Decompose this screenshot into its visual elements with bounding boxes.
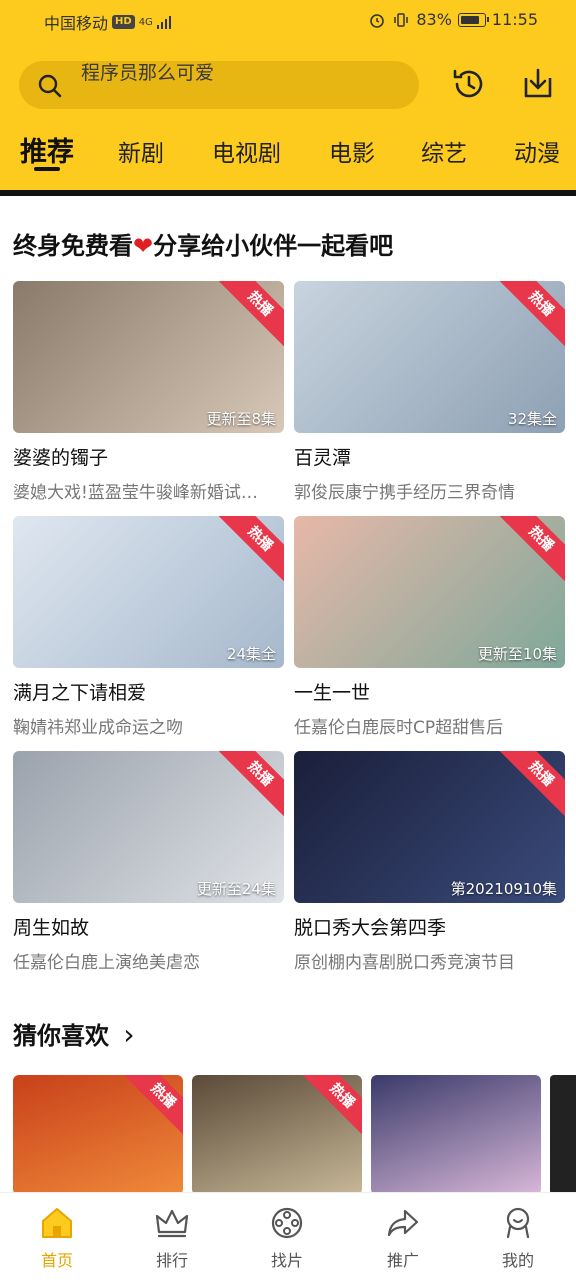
guess-title: 猜你喜欢 bbox=[13, 1022, 109, 1050]
heart-icon: ❤ bbox=[133, 232, 154, 260]
episode-count: 更新至8集 bbox=[206, 410, 276, 428]
nav-ranking-label: 排行 bbox=[155, 1251, 188, 1270]
category-tabs: 推荐 新剧 电视剧 电影 综艺 动漫 bbox=[0, 126, 576, 176]
battery-fill bbox=[460, 15, 479, 24]
drama-subtitle: 任嘉伦白鹿辰时CP超甜售后 bbox=[294, 718, 504, 738]
drama-subtitle: 原创棚内喜剧脱口秀竞演节目 bbox=[294, 953, 515, 973]
small-card-peek[interactable] bbox=[550, 1075, 576, 1195]
hot-badge: 热播 bbox=[297, 1075, 362, 1141]
network-label: 4G bbox=[138, 16, 153, 28]
nav-ranking[interactable]: 排行 bbox=[132, 1205, 212, 1271]
drama-title[interactable]: 一生一世 bbox=[294, 678, 565, 705]
search-text: 程序员那么可爱 bbox=[81, 62, 215, 84]
drama-card[interactable]: 热播 24集全满月之下请相爱鞠婧祎郑业成命运之吻 bbox=[13, 516, 284, 738]
header-divider bbox=[0, 190, 576, 196]
carrier-label: 中国移动 bbox=[44, 14, 109, 33]
film-reel-icon bbox=[271, 1207, 303, 1239]
drama-thumbnail[interactable]: 热播 24集全 bbox=[13, 516, 284, 668]
header: 中国移动 HD 4G 83% 11:55 程序员那么可爱 推荐 新剧 电视剧 电… bbox=[0, 0, 576, 196]
battery-percent: 83% bbox=[416, 10, 452, 29]
nav-home[interactable]: 首页 bbox=[17, 1205, 97, 1271]
home-icon bbox=[42, 1208, 72, 1238]
nav-home-label: 首页 bbox=[40, 1251, 73, 1270]
alarm-icon bbox=[370, 13, 385, 28]
hot-badge: 热播 bbox=[215, 281, 284, 349]
hot-badge: 热播 bbox=[118, 1075, 183, 1141]
hot-badge: 热播 bbox=[496, 281, 565, 349]
status-left: 中国移动 HD 4G bbox=[44, 10, 171, 34]
drama-card[interactable]: 热播更新至8集婆婆的镯子婆媳大戏!蓝盈莹牛骏峰新婚试… bbox=[13, 281, 284, 503]
nav-promote[interactable]: 推广 bbox=[363, 1205, 443, 1271]
episode-count: 24集全 bbox=[226, 645, 276, 663]
search-bar[interactable]: 程序员那么可爱 bbox=[19, 61, 419, 109]
section-title-part2: 分享给小伙伴一起看吧 bbox=[153, 232, 394, 260]
share-arrow-icon bbox=[387, 1209, 419, 1237]
chevron-right-icon: › bbox=[123, 1018, 135, 1051]
drama-subtitle: 郭俊辰康宁携手经历三界奇情 bbox=[294, 483, 515, 503]
drama-title[interactable]: 脱口秀大会第四季 bbox=[294, 913, 565, 940]
tab-movie[interactable]: 电影 bbox=[329, 134, 375, 168]
drama-card[interactable]: 热播 32集全百灵潭郭俊辰康宁携手经历三界奇情 bbox=[294, 281, 565, 503]
episode-count: 更新至10集 bbox=[477, 645, 557, 663]
drama-title[interactable]: 婆婆的镯子 bbox=[13, 443, 284, 470]
battery-icon bbox=[457, 12, 489, 27]
episode-count: 第20210910集 bbox=[450, 880, 557, 898]
drama-thumbnail[interactable]: 热播更新至8集 bbox=[13, 281, 284, 433]
drama-card[interactable]: 热播更新至24集周生如故任嘉伦白鹿上演绝美虐恋 bbox=[13, 751, 284, 973]
drama-subtitle: 婆媳大戏!蓝盈莹牛骏峰新婚试… bbox=[13, 483, 258, 503]
crown-icon bbox=[155, 1209, 189, 1238]
drama-title[interactable]: 周生如故 bbox=[13, 913, 284, 940]
hot-badge: 热播 bbox=[496, 516, 565, 584]
episode-count: 更新至24集 bbox=[196, 880, 276, 898]
bottom-nav: 首页 排行 找片 推广 我的 bbox=[0, 1192, 576, 1280]
drama-card[interactable]: 热播更新至10集一生一世任嘉伦白鹿辰时CP超甜售后 bbox=[294, 516, 565, 738]
drama-title[interactable]: 满月之下请相爱 bbox=[13, 678, 284, 705]
tab-anime[interactable]: 动漫 bbox=[514, 134, 560, 168]
signal-icon bbox=[156, 15, 171, 29]
episode-count: 32集全 bbox=[507, 410, 557, 428]
drama-thumbnail[interactable]: 热播第20210910集 bbox=[294, 751, 565, 903]
section-title-part1: 终身免费看 bbox=[13, 232, 133, 260]
hd-badge: HD bbox=[112, 15, 135, 29]
profile-icon bbox=[506, 1207, 530, 1239]
vibrate-icon bbox=[394, 12, 409, 27]
drama-thumbnail[interactable]: 热播更新至24集 bbox=[13, 751, 284, 903]
clock: 11:55 bbox=[491, 10, 538, 29]
download-icon[interactable] bbox=[518, 64, 558, 104]
nav-find[interactable]: 找片 bbox=[247, 1205, 327, 1271]
nav-find-label: 找片 bbox=[270, 1251, 303, 1270]
active-tab-indicator bbox=[34, 167, 60, 171]
hot-badge: 热播 bbox=[496, 751, 565, 819]
recommend-card[interactable]: 热播 bbox=[13, 1075, 183, 1195]
status-bar: 中国移动 HD 4G 83% 11:55 bbox=[0, 0, 576, 40]
nav-mine-label: 我的 bbox=[501, 1251, 534, 1270]
section-title-free: 终身免费看❤分享给小伙伴一起看吧 bbox=[13, 226, 393, 261]
tab-recommend[interactable]: 推荐 bbox=[20, 130, 74, 169]
drama-subtitle: 任嘉伦白鹿上演绝美虐恋 bbox=[13, 953, 200, 973]
status-right: 83% 11:55 bbox=[368, 10, 538, 29]
nav-mine[interactable]: 我的 bbox=[478, 1205, 558, 1271]
tab-tv-series[interactable]: 电视剧 bbox=[212, 134, 281, 168]
tab-variety[interactable]: 综艺 bbox=[421, 134, 467, 168]
recommend-card[interactable] bbox=[371, 1075, 541, 1195]
history-icon[interactable] bbox=[449, 64, 489, 104]
nav-promote-label: 推广 bbox=[386, 1251, 419, 1270]
hot-badge: 热播 bbox=[215, 516, 284, 584]
drama-card[interactable]: 热播第20210910集脱口秀大会第四季原创棚内喜剧脱口秀竞演节目 bbox=[294, 751, 565, 973]
drama-subtitle: 鞠婧祎郑业成命运之吻 bbox=[13, 718, 183, 738]
drama-title[interactable]: 百灵潭 bbox=[294, 443, 565, 470]
section-title-guess[interactable]: 猜你喜欢 › bbox=[13, 1016, 135, 1051]
search-icon bbox=[38, 74, 62, 98]
tab-new-drama[interactable]: 新剧 bbox=[118, 134, 164, 168]
drama-thumbnail[interactable]: 热播更新至10集 bbox=[294, 516, 565, 668]
recommend-card[interactable]: 热播 bbox=[192, 1075, 362, 1195]
drama-thumbnail[interactable]: 热播 32集全 bbox=[294, 281, 565, 433]
hot-badge: 热播 bbox=[215, 751, 284, 819]
